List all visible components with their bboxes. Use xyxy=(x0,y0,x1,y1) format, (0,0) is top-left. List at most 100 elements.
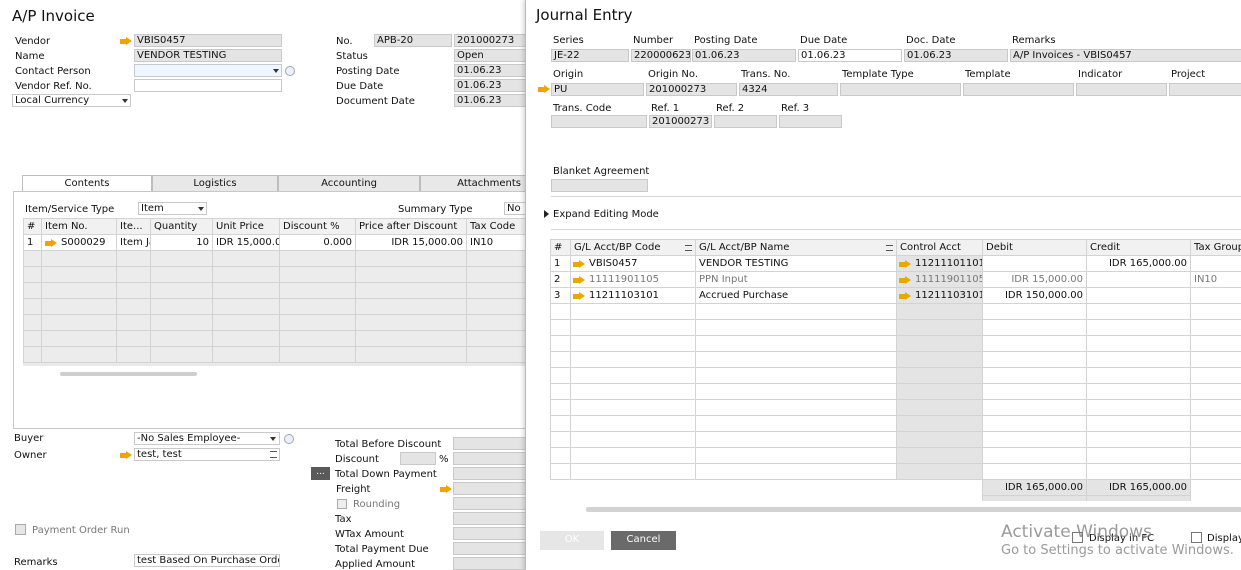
expand-editing-mode-label[interactable]: Expand Editing Mode xyxy=(553,208,659,221)
gl-link-arrow-icon[interactable] xyxy=(573,292,586,301)
doc-date-field[interactable]: 01.06.23 xyxy=(904,49,1008,62)
tab-accounting[interactable]: Accounting xyxy=(278,175,420,191)
summary-type-select[interactable]: No xyxy=(504,202,526,215)
cancel-button[interactable]: Cancel xyxy=(611,531,676,550)
table-row[interactable] xyxy=(550,367,1241,384)
table-row[interactable]: 2 11111901105 PPN Input 11111901105 IDR … xyxy=(550,271,1241,288)
control-acct-cell[interactable]: 11111901105 xyxy=(896,271,983,288)
table-row[interactable] xyxy=(550,351,1241,368)
items-grid-scrollbar[interactable] xyxy=(60,372,197,376)
origin-link-arrow-icon[interactable] xyxy=(538,85,551,94)
table-row[interactable] xyxy=(23,346,526,363)
ref2-field[interactable] xyxy=(714,115,777,128)
list-icon[interactable] xyxy=(270,451,277,458)
tax-group-cell[interactable]: IN10 xyxy=(1190,271,1241,288)
credit-cell[interactable]: IDR 165,000.00 xyxy=(1086,255,1191,272)
table-row[interactable] xyxy=(550,463,1241,480)
currency-select[interactable]: Local Currency xyxy=(12,94,131,107)
col-header[interactable]: Debit xyxy=(982,239,1087,256)
journal-grid-scrollbar[interactable] xyxy=(586,507,1241,512)
col-header[interactable]: Item No. xyxy=(41,218,117,235)
col-header[interactable]: G/L Acct/BP Code xyxy=(570,239,696,256)
control-acct-cell[interactable]: 11211101101 xyxy=(896,255,983,272)
debit-cell[interactable]: IDR 150,000.00 xyxy=(982,287,1087,304)
rounding-checkbox[interactable] xyxy=(337,499,347,509)
gl-code-cell[interactable]: VBIS0457 xyxy=(570,255,696,272)
gl-link-arrow-icon[interactable] xyxy=(573,260,586,269)
gl-link-arrow-icon[interactable] xyxy=(573,276,586,285)
discount-percent-field[interactable] xyxy=(400,452,436,465)
table-row[interactable] xyxy=(550,303,1241,320)
col-header[interactable]: Quantity xyxy=(150,218,213,235)
due-date-field[interactable]: 01.06.23 xyxy=(454,79,526,92)
column-menu-icon[interactable] xyxy=(886,245,893,251)
unit-price-cell[interactable]: IDR 15,000.00 xyxy=(212,234,280,251)
gl-name-cell[interactable]: PPN Input xyxy=(695,271,897,288)
table-row[interactable] xyxy=(550,319,1241,336)
info-icon[interactable] xyxy=(285,66,295,76)
price-after-discount-cell[interactable]: IDR 15,000.00 xyxy=(355,234,467,251)
payment-order-checkbox[interactable] xyxy=(15,524,26,535)
col-header[interactable]: Unit Price xyxy=(212,218,280,235)
owner-field[interactable]: test, test xyxy=(134,448,280,461)
vendor-link-arrow-icon[interactable] xyxy=(120,37,133,46)
table-row[interactable]: 1 S000029 Item Ja 10 IDR 15,000.00 0.000… xyxy=(23,234,526,251)
col-header[interactable]: # xyxy=(550,239,571,256)
trans-no-field[interactable]: 4324 xyxy=(739,83,838,96)
credit-cell[interactable] xyxy=(1086,287,1191,304)
blanket-agreement-field[interactable] xyxy=(551,179,648,192)
table-row[interactable] xyxy=(23,266,526,283)
discount-cell[interactable]: 0.000 xyxy=(279,234,356,251)
tab-contents[interactable]: Contents xyxy=(22,175,152,191)
template-field[interactable] xyxy=(963,83,1074,96)
remarks-field[interactable]: test Based On Purchase Orders xyxy=(134,554,280,567)
no-series-field[interactable]: APB-20 xyxy=(374,34,452,47)
col-header[interactable]: G/L Acct/BP Name xyxy=(695,239,897,256)
owner-link-arrow-icon[interactable] xyxy=(120,451,133,460)
table-row[interactable] xyxy=(23,330,526,347)
ref3-field[interactable] xyxy=(779,115,842,128)
col-header[interactable]: # xyxy=(23,218,42,235)
table-row[interactable] xyxy=(23,250,526,267)
number-field[interactable]: 220000623 xyxy=(631,49,691,62)
origin-field[interactable]: PU xyxy=(551,83,644,96)
no-field[interactable]: 201000273 xyxy=(454,34,526,47)
project-field[interactable] xyxy=(1169,83,1241,96)
name-field[interactable]: VENDOR TESTING xyxy=(134,49,282,62)
control-acct-arrow-icon[interactable] xyxy=(899,292,912,301)
item-link-arrow-icon[interactable] xyxy=(45,239,58,248)
origin-no-field[interactable]: 201000273 xyxy=(646,83,737,96)
template-type-field[interactable] xyxy=(840,83,961,96)
trans-code-field[interactable] xyxy=(551,115,647,128)
tab-attachments[interactable]: Attachments xyxy=(420,175,526,191)
table-row[interactable] xyxy=(550,399,1241,416)
tax-group-cell[interactable] xyxy=(1190,287,1241,304)
expand-triangle-icon[interactable] xyxy=(544,210,549,218)
series-field[interactable]: JE-22 xyxy=(551,49,629,62)
tab-logistics[interactable]: Logistics xyxy=(152,175,278,191)
je-remarks-field[interactable]: A/P Invoices - VBIS0457 xyxy=(1010,49,1241,62)
down-payment-button[interactable]: ... xyxy=(311,467,330,480)
contact-person-select[interactable] xyxy=(134,64,282,77)
item-no-cell[interactable]: S000029 xyxy=(41,234,117,251)
column-menu-icon[interactable] xyxy=(685,245,692,251)
item-type-select[interactable]: Item xyxy=(138,202,207,215)
je-due-date-field[interactable]: 01.06.23 xyxy=(798,49,902,62)
credit-cell[interactable] xyxy=(1086,271,1191,288)
tax-group-cell[interactable] xyxy=(1190,255,1241,272)
table-row[interactable] xyxy=(23,314,526,331)
debit-cell[interactable]: IDR 15,000.00 xyxy=(982,271,1087,288)
col-header[interactable]: Ite... xyxy=(116,218,151,235)
item-desc-cell[interactable]: Item Ja xyxy=(116,234,151,251)
control-acct-cell[interactable]: 11211103101 xyxy=(896,287,983,304)
col-header[interactable]: Discount % xyxy=(279,218,356,235)
vendor-field[interactable]: VBIS0457 xyxy=(134,34,282,47)
je-posting-date-field[interactable]: 01.06.23 xyxy=(692,49,796,62)
gl-code-cell[interactable]: 11211103101 xyxy=(570,287,696,304)
control-acct-arrow-icon[interactable] xyxy=(899,260,912,269)
quantity-cell[interactable]: 10 xyxy=(150,234,213,251)
freight-link-arrow-icon[interactable] xyxy=(440,485,453,494)
info-icon[interactable] xyxy=(284,434,294,444)
indicator-field[interactable] xyxy=(1076,83,1167,96)
col-header[interactable]: Tax Code xyxy=(466,218,526,235)
